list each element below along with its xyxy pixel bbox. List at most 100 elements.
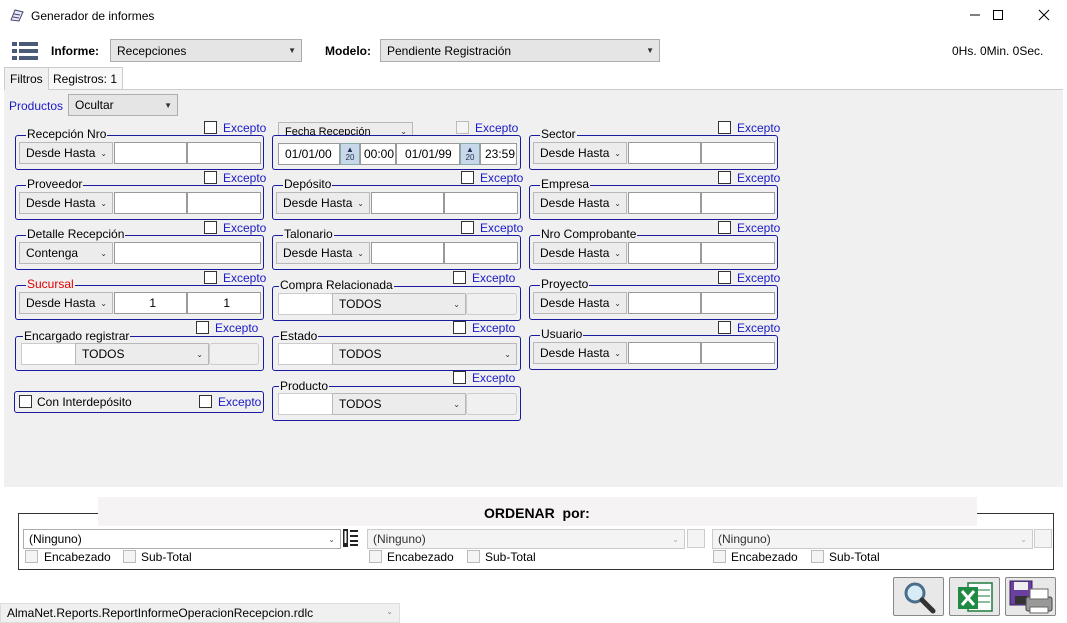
productos-select[interactable]: Ocultar ▼ bbox=[68, 94, 178, 116]
deposito-except-checkbox[interactable] bbox=[461, 171, 474, 184]
empresa-mode-select[interactable]: Desde Hasta ⌄ bbox=[533, 192, 627, 214]
list-menu-icon[interactable] bbox=[12, 41, 38, 61]
recepcion-nro-mode-select[interactable]: Desde Hasta ⌄ bbox=[19, 142, 113, 164]
fecha-to-spinner[interactable]: ▲ 20 bbox=[460, 143, 480, 165]
ordenar-1-subtotal-checkbox[interactable] bbox=[123, 550, 136, 563]
con-interdeposito-except-checkbox[interactable] bbox=[199, 395, 212, 408]
preview-button[interactable] bbox=[893, 577, 944, 616]
proveedor-to-input[interactable] bbox=[187, 192, 261, 214]
chevron-down-icon: ▼ bbox=[646, 46, 654, 55]
mode-value: Desde Hasta bbox=[540, 246, 610, 260]
tab-filtros[interactable]: Filtros bbox=[4, 67, 49, 90]
empresa-to-input[interactable] bbox=[701, 192, 775, 214]
detalle-recepcion-mode-select[interactable]: Contenga ⌄ bbox=[19, 242, 113, 264]
compra-relacionada-select[interactable]: TODOS ⌄ bbox=[332, 293, 466, 315]
save-print-button[interactable] bbox=[1005, 577, 1056, 616]
proyecto-except-checkbox[interactable] bbox=[718, 271, 731, 284]
sucursal-to-input[interactable]: 1 bbox=[187, 292, 261, 314]
sector-from-input[interactable] bbox=[628, 142, 701, 164]
modelo-select[interactable]: Pendiente Registración ▼ bbox=[380, 39, 660, 62]
fecha-to-date-input[interactable]: 01/01/99 bbox=[396, 143, 460, 165]
detalle-recepcion-input[interactable] bbox=[114, 242, 261, 264]
ordenar-1-select[interactable]: (Ninguno) ⌄ bbox=[23, 529, 341, 549]
sucursal-from-input[interactable]: 1 bbox=[114, 292, 187, 314]
fecha-from-spinner[interactable]: ▲ 20 bbox=[340, 143, 360, 165]
maximize-button[interactable] bbox=[975, 0, 1021, 30]
proveedor-except-checkbox[interactable] bbox=[204, 171, 217, 184]
ordenar-3-encabezado-checkbox[interactable] bbox=[713, 550, 726, 563]
proyecto-mode-select[interactable]: Desde Hasta ⌄ bbox=[533, 292, 627, 314]
estado-except-checkbox[interactable] bbox=[453, 321, 466, 334]
deposito-to-input[interactable] bbox=[444, 192, 518, 214]
proveedor-from-input[interactable] bbox=[114, 192, 187, 214]
tab-registros[interactable]: Registros: 1 bbox=[47, 67, 124, 89]
nro-comprobante-except-checkbox[interactable] bbox=[718, 221, 731, 234]
chevron-down-icon: ⌄ bbox=[100, 248, 107, 258]
sector-to-input[interactable] bbox=[701, 142, 775, 164]
talonario-mode-select[interactable]: Desde Hasta ⌄ bbox=[276, 242, 370, 264]
close-button[interactable] bbox=[1021, 0, 1067, 30]
producto-select[interactable]: TODOS ⌄ bbox=[332, 393, 466, 415]
nro-comprobante-mode-select[interactable]: Desde Hasta ⌄ bbox=[533, 242, 627, 264]
fecha-from-time-input[interactable]: 00:00 bbox=[360, 143, 396, 165]
recepcion-nro-from-input[interactable] bbox=[114, 142, 187, 164]
producto-code-input[interactable] bbox=[278, 393, 333, 415]
ordenar-1-encabezado-checkbox[interactable] bbox=[25, 550, 38, 563]
usuario-except-checkbox[interactable] bbox=[718, 321, 731, 334]
usuario-from-input[interactable] bbox=[628, 342, 701, 364]
ordenar-1-subtotal-label: Sub-Total bbox=[141, 550, 192, 564]
proveedor-mode-select[interactable]: Desde Hasta ⌄ bbox=[19, 192, 113, 214]
encargado-code-input[interactable] bbox=[21, 343, 76, 365]
ordenar-3-encabezado-label: Encabezado bbox=[731, 550, 798, 564]
compra-relacionada-extra-field bbox=[466, 293, 517, 315]
deposito-from-input[interactable] bbox=[371, 192, 444, 214]
ordenar-3-sort-button[interactable] bbox=[1034, 529, 1052, 548]
ordenar-3-select[interactable]: (Ninguno) ⌄ bbox=[712, 529, 1033, 549]
detalle-recepcion-except-checkbox[interactable] bbox=[204, 221, 217, 234]
compra-relacionada-except-checkbox[interactable] bbox=[453, 271, 466, 284]
recepcion-nro-except-checkbox[interactable] bbox=[204, 121, 217, 134]
chevron-down-icon: ⌄ bbox=[328, 534, 335, 544]
usuario-to-input[interactable] bbox=[701, 342, 775, 364]
informe-select[interactable]: Recepciones ▼ bbox=[110, 39, 302, 62]
deposito-mode-select[interactable]: Desde Hasta ⌄ bbox=[276, 192, 370, 214]
talonario-from-input[interactable] bbox=[371, 242, 444, 264]
sucursal-mode-select[interactable]: Desde Hasta ⌄ bbox=[19, 292, 113, 314]
encargado-select[interactable]: TODOS ⌄ bbox=[75, 343, 209, 365]
fecha-to-time-input[interactable]: 23:59 bbox=[480, 143, 517, 165]
compra-relacionada-code-input[interactable] bbox=[278, 293, 333, 315]
usuario-mode-select[interactable]: Desde Hasta ⌄ bbox=[533, 342, 627, 364]
sector-except-checkbox[interactable] bbox=[718, 121, 731, 134]
con-interdeposito-checkbox[interactable] bbox=[19, 395, 32, 408]
export-excel-button[interactable] bbox=[949, 577, 1000, 616]
except-label: Excepto bbox=[215, 321, 259, 335]
report-file-select[interactable]: AlmaNet.Reports.ReportInformeOperacionRe… bbox=[0, 603, 400, 623]
sucursal-except-checkbox[interactable] bbox=[204, 271, 217, 284]
ordenar-2-select[interactable]: (Ninguno) ⌄ bbox=[367, 529, 685, 549]
ordenar-2-subtotal-checkbox[interactable] bbox=[467, 550, 480, 563]
empresa-except-checkbox[interactable] bbox=[718, 171, 731, 184]
encargado-except-checkbox[interactable] bbox=[196, 321, 209, 334]
chevron-down-icon: ⌄ bbox=[386, 607, 393, 616]
ordenar-3-subtotal-checkbox[interactable] bbox=[811, 550, 824, 563]
except-label: Excepto bbox=[737, 271, 781, 285]
except-label: Excepto bbox=[472, 321, 516, 335]
nro-comprobante-from-input[interactable] bbox=[628, 242, 701, 264]
sector-mode-select[interactable]: Desde Hasta ⌄ bbox=[533, 142, 627, 164]
ordenar-2-encabezado-checkbox[interactable] bbox=[369, 550, 382, 563]
modelo-value: Pendiente Registración bbox=[387, 43, 512, 58]
producto-except-checkbox[interactable] bbox=[453, 371, 466, 384]
proyecto-to-input[interactable] bbox=[701, 292, 775, 314]
ordenar-2-sort-button[interactable] bbox=[687, 529, 705, 548]
fecha-except-checkbox[interactable] bbox=[456, 121, 469, 134]
talonario-except-checkbox[interactable] bbox=[461, 221, 474, 234]
nro-comprobante-to-input[interactable] bbox=[701, 242, 775, 264]
estado-code-input[interactable] bbox=[278, 343, 333, 365]
empresa-from-input[interactable] bbox=[628, 192, 701, 214]
fecha-from-date-input[interactable]: 01/01/00 bbox=[278, 143, 340, 165]
proyecto-from-input[interactable] bbox=[628, 292, 701, 314]
estado-select[interactable]: TODOS ⌄ bbox=[332, 343, 517, 365]
recepcion-nro-to-input[interactable] bbox=[187, 142, 261, 164]
sort-order-icon[interactable] bbox=[342, 528, 360, 548]
talonario-to-input[interactable] bbox=[444, 242, 518, 264]
